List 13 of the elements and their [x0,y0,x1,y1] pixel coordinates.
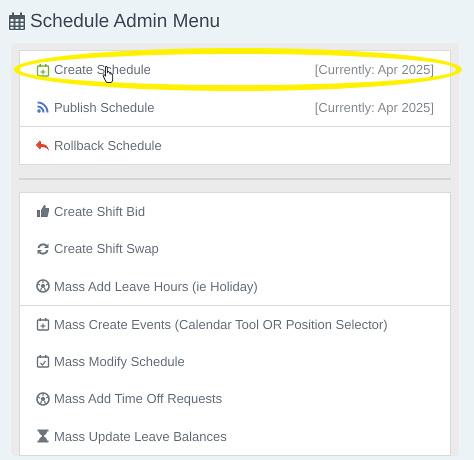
current-period-note: [Currently: Apr 2025] [314,61,434,79]
menu-link[interactable]: Mass Create Events (Calendar Tool OR Position Selector) [54,314,388,334]
menu-link[interactable]: Mass Add Leave Hours (ie Holiday) [54,276,258,296]
menu-link[interactable]: Mass Update Leave Balances [54,426,227,446]
menu-link[interactable]: Rollback Schedule [54,136,162,155]
current-period-note: [Currently: Apr 2025] [314,98,434,117]
menu-link[interactable]: Mass Modify Schedule [54,352,185,371]
menu-link[interactable]: Publish Schedule [54,98,154,117]
menu-link[interactable]: Mass Add Time Off Requests [54,389,222,408]
calendar-icon [8,12,26,31]
menu-link[interactable]: Create Shift Bid [54,202,146,221]
page-title: Schedule Admin Menu [30,12,220,31]
menu-link[interactable]: Create Shift Swap [54,239,159,258]
